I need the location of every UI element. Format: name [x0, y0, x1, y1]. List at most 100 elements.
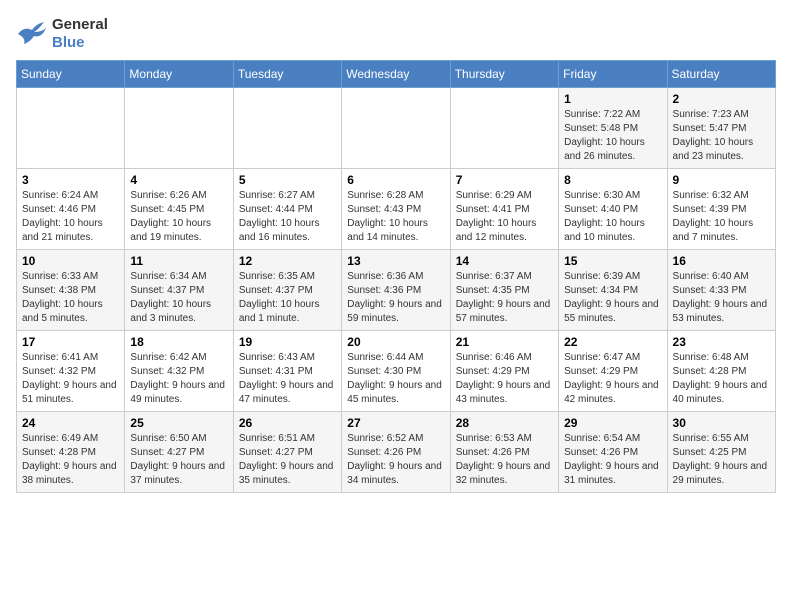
- day-number: 3: [22, 173, 119, 187]
- day-number: 6: [347, 173, 444, 187]
- day-number: 13: [347, 254, 444, 268]
- day-header-friday: Friday: [559, 61, 667, 88]
- calendar-cell: 27Sunrise: 6:52 AM Sunset: 4:26 PM Dayli…: [342, 412, 450, 493]
- logo-general: General: [52, 16, 108, 33]
- logo-blue: Blue: [52, 34, 85, 51]
- calendar-header-row: SundayMondayTuesdayWednesdayThursdayFrid…: [17, 61, 776, 88]
- day-info: Sunrise: 6:36 AM Sunset: 4:36 PM Dayligh…: [347, 270, 444, 326]
- day-number: 30: [673, 416, 770, 430]
- calendar-cell: 17Sunrise: 6:41 AM Sunset: 4:32 PM Dayli…: [17, 331, 125, 412]
- day-number: 15: [564, 254, 661, 268]
- calendar-cell: 16 Sunrise: 6:40 AM Sunset: 4:33 PM Dayli…: [667, 250, 775, 331]
- day-number: 19: [239, 335, 336, 349]
- day-number: 23: [673, 335, 770, 349]
- day-number: 26: [239, 416, 336, 430]
- calendar-week-2: 3 Sunrise: 6:24 AM Sunset: 4:46 PM Daylig…: [17, 169, 776, 250]
- calendar-cell: [342, 88, 450, 169]
- day-number: 1: [564, 92, 661, 106]
- day-header-tuesday: Tuesday: [233, 61, 341, 88]
- calendar-cell: 11Sunrise: 6:34 AM Sunset: 4:37 PM Dayli…: [125, 250, 233, 331]
- day-info: Sunrise: 6:47 AM Sunset: 4:29 PM Dayligh…: [564, 351, 661, 407]
- calendar-cell: 9 Sunrise: 6:32 AM Sunset: 4:39 PM Daylig…: [667, 169, 775, 250]
- day-info: Sunrise: 6:50 AM Sunset: 4:27 PM Dayligh…: [130, 432, 227, 488]
- page-header: GeneralBlue: [16, 16, 776, 52]
- calendar-cell: 29 Sunrise: 6:54 AM Sunset: 4:26 PM Dayli…: [559, 412, 667, 493]
- calendar-cell: 21 Sunrise: 6:46 AM Sunset: 4:29 PM Dayli…: [450, 331, 558, 412]
- calendar-cell: 23 Sunrise: 6:48 AM Sunset: 4:28 PM Dayli…: [667, 331, 775, 412]
- day-number: 4: [130, 173, 227, 187]
- day-number: 21: [456, 335, 553, 349]
- day-info: Sunrise: 6:55 AM Sunset: 4:25 PM Dayligh…: [673, 432, 770, 488]
- calendar-cell: 1Sunrise: 7:22 AM Sunset: 5:48 PM Daylig…: [559, 88, 667, 169]
- calendar-week-1: 1Sunrise: 7:22 AM Sunset: 5:48 PM Daylig…: [17, 88, 776, 169]
- calendar-cell: 24 Sunrise: 6:49 AM Sunset: 4:28 PM Dayli…: [17, 412, 125, 493]
- calendar-cell: 28Sunrise: 6:53 AM Sunset: 4:26 PM Dayli…: [450, 412, 558, 493]
- day-number: 7: [456, 173, 553, 187]
- day-info: Sunrise: 6:35 AM Sunset: 4:37 PM Dayligh…: [239, 270, 336, 326]
- logo-bird-icon: [16, 20, 48, 48]
- calendar-cell: 22 Sunrise: 6:47 AM Sunset: 4:29 PM Dayli…: [559, 331, 667, 412]
- calendar-cell: 8 Sunrise: 6:30 AM Sunset: 4:40 PM Daylig…: [559, 169, 667, 250]
- calendar-cell: 5 Sunrise: 6:27 AM Sunset: 4:44 PM Daylig…: [233, 169, 341, 250]
- day-number: 14: [456, 254, 553, 268]
- calendar-cell: [17, 88, 125, 169]
- day-info: Sunrise: 6:53 AM Sunset: 4:26 PM Dayligh…: [456, 432, 553, 488]
- day-info: Sunrise: 6:24 AM Sunset: 4:46 PM Dayligh…: [22, 189, 119, 245]
- day-info: Sunrise: 6:41 AM Sunset: 4:32 PM Dayligh…: [22, 351, 119, 407]
- calendar-cell: 30 Sunrise: 6:55 AM Sunset: 4:25 PM Dayli…: [667, 412, 775, 493]
- calendar-week-3: 10Sunrise: 6:33 AM Sunset: 4:38 PM Dayli…: [17, 250, 776, 331]
- calendar-cell: 12 Sunrise: 6:35 AM Sunset: 4:37 PM Dayli…: [233, 250, 341, 331]
- day-info: Sunrise: 6:51 AM Sunset: 4:27 PM Dayligh…: [239, 432, 336, 488]
- day-number: 24: [22, 416, 119, 430]
- calendar-table: SundayMondayTuesdayWednesdayThursdayFrid…: [16, 60, 776, 493]
- calendar-cell: 13 Sunrise: 6:36 AM Sunset: 4:36 PM Dayli…: [342, 250, 450, 331]
- calendar-cell: [450, 88, 558, 169]
- day-number: 9: [673, 173, 770, 187]
- calendar-cell: [125, 88, 233, 169]
- day-number: 5: [239, 173, 336, 187]
- calendar-week-4: 17Sunrise: 6:41 AM Sunset: 4:32 PM Dayli…: [17, 331, 776, 412]
- day-number: 22: [564, 335, 661, 349]
- day-info: Sunrise: 6:27 AM Sunset: 4:44 PM Dayligh…: [239, 189, 336, 245]
- day-info: Sunrise: 6:37 AM Sunset: 4:35 PM Dayligh…: [456, 270, 553, 326]
- day-info: Sunrise: 6:40 AM Sunset: 4:33 PM Dayligh…: [673, 270, 770, 326]
- day-number: 12: [239, 254, 336, 268]
- day-number: 27: [347, 416, 444, 430]
- day-info: Sunrise: 6:29 AM Sunset: 4:41 PM Dayligh…: [456, 189, 553, 245]
- logo: GeneralBlue: [16, 16, 108, 52]
- calendar-cell: 4 Sunrise: 6:26 AM Sunset: 4:45 PM Daylig…: [125, 169, 233, 250]
- day-info: Sunrise: 6:39 AM Sunset: 4:34 PM Dayligh…: [564, 270, 661, 326]
- day-info: Sunrise: 6:44 AM Sunset: 4:30 PM Dayligh…: [347, 351, 444, 407]
- day-number: 18: [130, 335, 227, 349]
- day-info: Sunrise: 6:49 AM Sunset: 4:28 PM Dayligh…: [22, 432, 119, 488]
- day-number: 2: [673, 92, 770, 106]
- calendar-cell: 14 Sunrise: 6:37 AM Sunset: 4:35 PM Dayli…: [450, 250, 558, 331]
- calendar-cell: 18 Sunrise: 6:42 AM Sunset: 4:32 PM Dayli…: [125, 331, 233, 412]
- day-header-monday: Monday: [125, 61, 233, 88]
- calendar-cell: 15 Sunrise: 6:39 AM Sunset: 4:34 PM Dayli…: [559, 250, 667, 331]
- day-info: Sunrise: 6:34 AM Sunset: 4:37 PM Dayligh…: [130, 270, 227, 326]
- day-number: 29: [564, 416, 661, 430]
- calendar-week-5: 24 Sunrise: 6:49 AM Sunset: 4:28 PM Dayli…: [17, 412, 776, 493]
- day-number: 10: [22, 254, 119, 268]
- calendar-cell: 7 Sunrise: 6:29 AM Sunset: 4:41 PM Daylig…: [450, 169, 558, 250]
- day-number: 25: [130, 416, 227, 430]
- day-header-sunday: Sunday: [17, 61, 125, 88]
- day-header-saturday: Saturday: [667, 61, 775, 88]
- day-header-thursday: Thursday: [450, 61, 558, 88]
- day-info: Sunrise: 6:54 AM Sunset: 4:26 PM Dayligh…: [564, 432, 661, 488]
- day-number: 8: [564, 173, 661, 187]
- day-info: Sunrise: 6:42 AM Sunset: 4:32 PM Dayligh…: [130, 351, 227, 407]
- day-info: Sunrise: 6:28 AM Sunset: 4:43 PM Dayligh…: [347, 189, 444, 245]
- calendar-cell: [233, 88, 341, 169]
- day-number: 20: [347, 335, 444, 349]
- day-info: Sunrise: 6:32 AM Sunset: 4:39 PM Dayligh…: [673, 189, 770, 245]
- day-info: Sunrise: 6:43 AM Sunset: 4:31 PM Dayligh…: [239, 351, 336, 407]
- day-number: 16: [673, 254, 770, 268]
- day-info: Sunrise: 6:46 AM Sunset: 4:29 PM Dayligh…: [456, 351, 553, 407]
- day-info: Sunrise: 6:30 AM Sunset: 4:40 PM Dayligh…: [564, 189, 661, 245]
- day-info: Sunrise: 6:48 AM Sunset: 4:28 PM Dayligh…: [673, 351, 770, 407]
- day-info: Sunrise: 6:26 AM Sunset: 4:45 PM Dayligh…: [130, 189, 227, 245]
- calendar-cell: 6 Sunrise: 6:28 AM Sunset: 4:43 PM Daylig…: [342, 169, 450, 250]
- calendar-cell: 10Sunrise: 6:33 AM Sunset: 4:38 PM Dayli…: [17, 250, 125, 331]
